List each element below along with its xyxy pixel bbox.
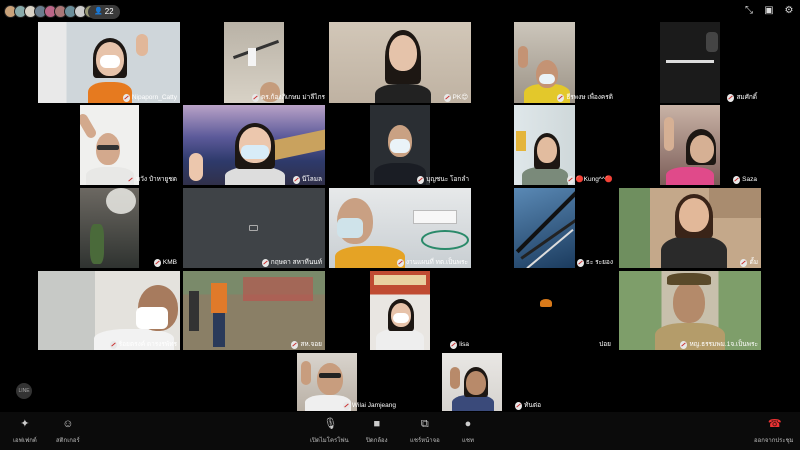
gear-icon[interactable]: ⚙ xyxy=(784,6,794,16)
mic-muted-icon xyxy=(566,175,574,184)
video-tile[interactable] xyxy=(80,105,139,185)
mic-muted-icon xyxy=(153,258,161,267)
video-tile[interactable]: นีโลมล xyxy=(183,105,325,185)
mic-muted-icon xyxy=(733,175,741,184)
participant-name-outside: บุญชนะ โอกลำ xyxy=(400,174,472,185)
mic-muted-icon xyxy=(122,93,130,102)
participant-name: หญ.ธรรมพม.1จ.เป็นพระ xyxy=(678,339,761,350)
video-tile[interactable]: ตั้ม xyxy=(619,188,761,268)
mic-off-icon: 🎙 xyxy=(323,418,338,430)
video-tile[interactable] xyxy=(370,105,430,185)
participant-name: สห.จอย xyxy=(289,339,325,350)
mic-muted-icon xyxy=(126,175,134,184)
participant-name-outside: ธีรพงษ เพื่องครดิ xyxy=(544,92,616,103)
line-chat-icon[interactable]: LINE xyxy=(16,383,32,399)
video-tile[interactable] xyxy=(224,22,284,103)
effects-button[interactable]: ✦ เอฟเฟกต์ xyxy=(13,418,37,446)
participant-avatars[interactable] xyxy=(4,5,97,19)
mic-muted-icon xyxy=(515,401,523,410)
video-tile[interactable]: สห.จอย xyxy=(183,271,325,350)
minimize-icon[interactable]: ⤡ xyxy=(744,6,754,16)
participant-name-outside: หวัง ปำหายูชด xyxy=(110,174,180,185)
participant-name-outside: ธะ ระยอง xyxy=(544,257,616,268)
participant-name: ปอย xyxy=(599,341,611,348)
participant-name: นีโลมล xyxy=(291,174,325,185)
video-tile[interactable] xyxy=(660,22,720,103)
participant-name: งานแผนที่ ทต.เป็นพระ xyxy=(395,257,471,268)
camera-button[interactable]: ■ ปิดกล้อง xyxy=(366,418,388,446)
video-tile[interactable]: งานแผนที่ ทต.เป็นพระ xyxy=(329,188,471,268)
participant-name-outside: ดร.ก้องภิเกษม ม่าลีไกร xyxy=(252,92,328,103)
unmute-button[interactable]: 🎙 เปิดไมโครโฟน xyxy=(310,418,349,446)
mic-muted-icon xyxy=(291,340,299,349)
participant-count: 22 xyxy=(104,7,114,16)
share-screen-button[interactable]: ⧉ แชร์หน้าจอ xyxy=(410,418,440,446)
mic-muted-icon xyxy=(396,258,404,267)
video-tile[interactable] xyxy=(514,188,575,268)
top-bar: 👤 22 ⤡ ▣ ⚙ xyxy=(0,0,800,22)
mic-muted-icon xyxy=(417,175,425,184)
participant-name-outside: Wilai Jamjeang xyxy=(327,400,399,411)
mic-muted-icon xyxy=(557,93,565,102)
video-tile[interactable] xyxy=(514,22,575,103)
video-tile[interactable] xyxy=(80,188,139,268)
mic-muted-icon xyxy=(680,340,688,349)
video-tile[interactable]: หญ.ธรรมพม.1จ.เป็นพระ xyxy=(619,271,761,350)
mic-muted-icon xyxy=(740,258,748,267)
leave-meeting-button[interactable]: ☎ ออกจากประชุม xyxy=(754,418,794,446)
video-tile[interactable] xyxy=(442,353,502,411)
video-camera-icon: ■ xyxy=(373,418,381,430)
hang-up-icon: ☎ xyxy=(767,418,782,430)
participant-name-outside: ทันต่อ xyxy=(502,400,544,411)
video-tile[interactable]: ร้อยตรงค์ ดารงรพัทร xyxy=(38,271,180,350)
participant-count-button[interactable]: 👤 22 xyxy=(88,5,120,19)
camera-off-icon xyxy=(249,225,258,231)
participant-name: ร้อยตรงค์ ดารงรพัทร xyxy=(108,339,180,350)
participant-name-outside: KMB xyxy=(110,257,180,268)
people-icon: 👤 xyxy=(94,8,103,15)
share-screen-icon: ⧉ xyxy=(420,418,429,430)
mic-muted-icon xyxy=(443,93,451,102)
chat-bubble-icon: ● xyxy=(464,418,472,430)
video-tile[interactable]: ปอย xyxy=(514,271,620,350)
stickers-button[interactable]: ☺ สติกเกอร์ xyxy=(56,418,80,446)
mic-muted-icon xyxy=(252,93,260,102)
participant-name: PK😊 xyxy=(442,92,471,103)
bottom-toolbar: ✦ เอฟเฟกต์ ☺ สติกเกอร์ 🎙 เปิดไมโครโฟน ■ … xyxy=(0,412,800,450)
video-tile[interactable] xyxy=(514,105,575,185)
mic-muted-icon xyxy=(450,340,458,349)
participant-name: Nipaporn_Catty xyxy=(121,92,180,103)
mic-muted-icon xyxy=(727,93,735,102)
participant-name-outside: สมศักดิ์ xyxy=(720,92,760,103)
layout-icon[interactable]: ▣ xyxy=(764,6,774,16)
sparkle-icon: ✦ xyxy=(20,418,30,430)
mic-muted-icon xyxy=(292,175,300,184)
participant-name-outside: Saza xyxy=(720,174,760,185)
mic-muted-icon xyxy=(342,401,350,410)
participant-name-outside: lisa xyxy=(430,339,472,350)
mic-muted-icon xyxy=(109,340,117,349)
video-tile[interactable]: PK😊 xyxy=(329,22,471,103)
video-tile[interactable] xyxy=(660,105,720,185)
participant-name: ตั้ม xyxy=(738,257,761,268)
video-tile[interactable]: Nipaporn_Catty xyxy=(38,22,180,103)
chat-button[interactable]: ● แชท xyxy=(462,418,474,446)
video-tile[interactable] xyxy=(370,271,430,350)
mic-muted-icon xyxy=(576,258,584,267)
mic-muted-icon xyxy=(261,258,269,267)
participant-logo xyxy=(540,299,552,307)
participant-name-outside: 🔴Kung^^🔴 xyxy=(544,174,616,185)
participant-name: กฤษดา สหาทีนนท์ xyxy=(260,257,325,268)
smiley-icon: ☺ xyxy=(62,418,74,430)
video-tile[interactable]: กฤษดา สหาทีนนท์ xyxy=(183,188,325,268)
